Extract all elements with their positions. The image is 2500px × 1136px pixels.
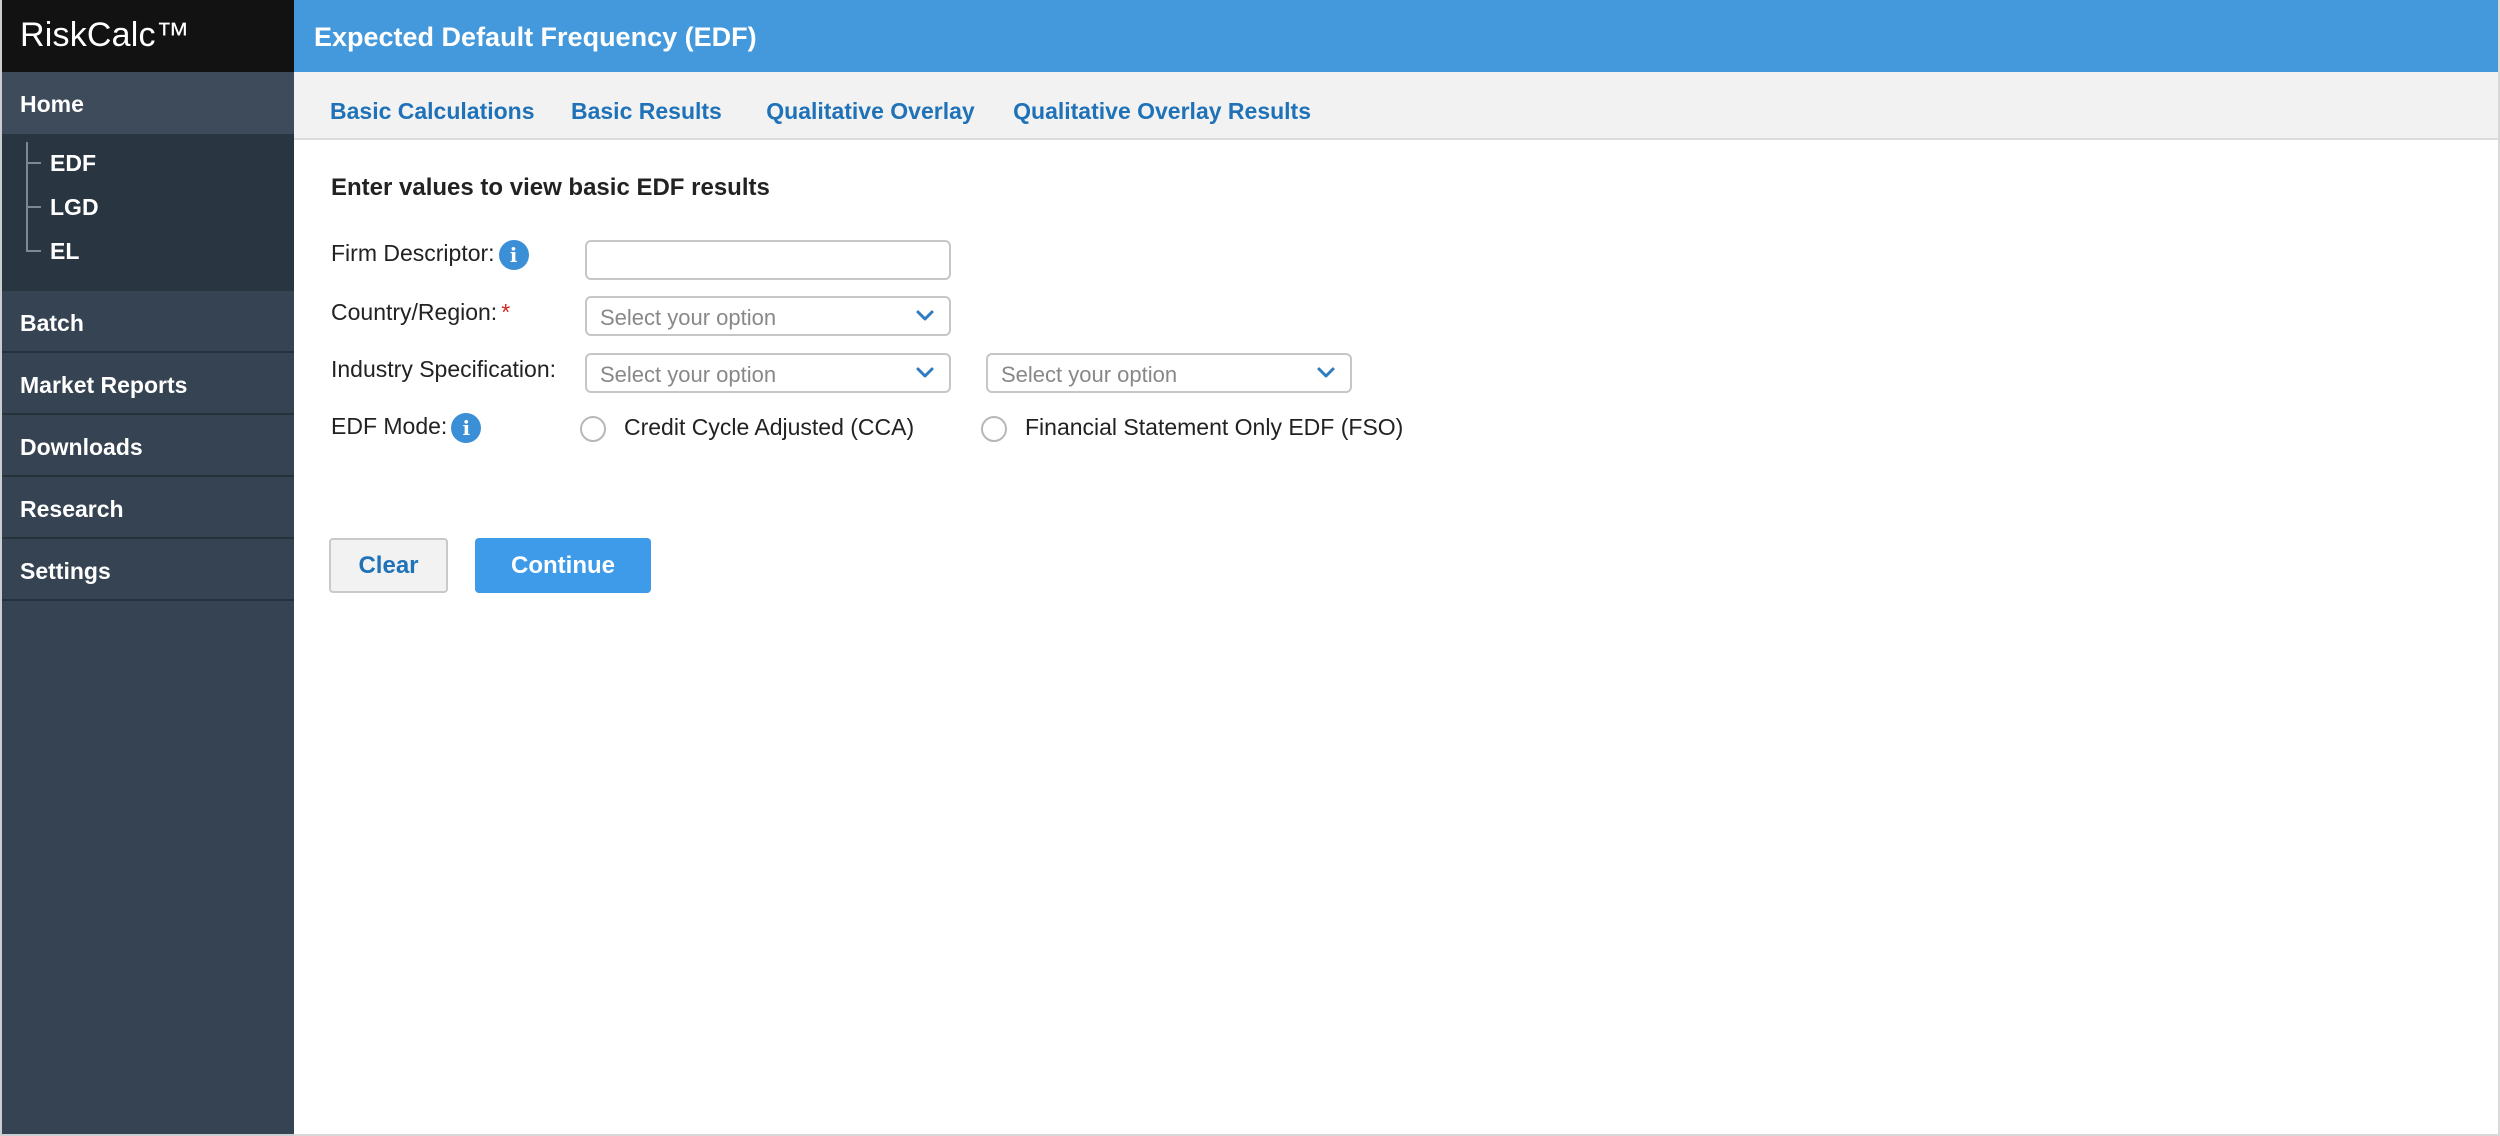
radio-button[interactable] bbox=[981, 415, 1007, 442]
country-region-label-text: Country/Region: bbox=[331, 299, 498, 325]
industry-select-primary-value: Select your option bbox=[600, 362, 777, 387]
tab-qualitative-overlay[interactable]: Qualitative Overlay bbox=[766, 98, 974, 125]
industry-select-secondary-value: Select your option bbox=[1001, 362, 1178, 387]
sidebar-item-settings[interactable]: Settings bbox=[2, 539, 294, 601]
country-region-label: Country/Region: * bbox=[331, 299, 510, 326]
tab-basic-calculations[interactable]: Basic Calculations bbox=[330, 98, 535, 125]
tab-bar: Basic Calculations Basic Results Qualita… bbox=[294, 72, 2500, 140]
tab-basic-results[interactable]: Basic Results bbox=[571, 98, 722, 125]
sidebar-subitem-edf[interactable]: EDF bbox=[2, 142, 294, 186]
sidebar-subitem-el[interactable]: EL bbox=[2, 230, 294, 274]
chevron-down-icon bbox=[1317, 367, 1335, 378]
edf-mode-option-fso[interactable]: Financial Statement Only EDF (FSO) bbox=[981, 414, 1403, 442]
sidebar-item-batch[interactable]: Batch bbox=[2, 291, 294, 353]
continue-button[interactable]: Continue bbox=[475, 538, 651, 593]
firm-descriptor-label-text: Firm Descriptor: bbox=[331, 240, 495, 267]
info-icon[interactable]: i bbox=[451, 413, 482, 443]
country-region-select[interactable]: Select your option bbox=[585, 296, 951, 336]
firm-descriptor-label: Firm Descriptor: i bbox=[331, 240, 529, 270]
industry-specification-label: Industry Specification: bbox=[331, 356, 557, 382]
brand-logo: RiskCalc™ bbox=[2, 0, 294, 72]
info-icon[interactable]: i bbox=[498, 240, 529, 270]
chevron-down-icon bbox=[916, 310, 934, 321]
sidebar-item-research[interactable]: Research bbox=[2, 477, 294, 539]
industry-select-primary[interactable]: Select your option bbox=[585, 353, 951, 393]
edf-mode-option-cca[interactable]: Credit Cycle Adjusted (CCA) bbox=[580, 414, 914, 442]
page-title: Expected Default Frequency (EDF) bbox=[294, 0, 2500, 72]
edf-mode-option-cca-label: Credit Cycle Adjusted (CCA) bbox=[624, 414, 915, 440]
required-asterisk: * bbox=[501, 299, 511, 325]
sidebar-item-market-reports[interactable]: Market Reports bbox=[2, 353, 294, 415]
form-title: Enter values to view basic EDF results bbox=[331, 174, 770, 201]
main-panel: Expected Default Frequency (EDF) Basic C… bbox=[294, 0, 2500, 1136]
edf-mode-option-fso-label: Financial Statement Only EDF (FSO) bbox=[1025, 414, 1404, 440]
edf-mode-label-text: EDF Mode: bbox=[331, 413, 448, 440]
sidebar-subnav: EDF LGD EL bbox=[2, 134, 294, 291]
app-window: RiskCalc™ Home EDF LGD EL Batch Market R… bbox=[0, 0, 2500, 1136]
tab-qualitative-overlay-results[interactable]: Qualitative Overlay Results bbox=[1013, 98, 1311, 125]
edf-mode-label: EDF Mode: i bbox=[331, 413, 482, 443]
sidebar-item-home[interactable]: Home bbox=[2, 72, 294, 134]
sidebar-subitem-lgd[interactable]: LGD bbox=[2, 186, 294, 230]
country-region-select-value: Select your option bbox=[600, 305, 777, 330]
chevron-down-icon bbox=[916, 367, 934, 378]
clear-button[interactable]: Clear bbox=[329, 538, 448, 593]
sidebar: RiskCalc™ Home EDF LGD EL Batch Market R… bbox=[0, 0, 294, 1136]
industry-select-secondary[interactable]: Select your option bbox=[986, 353, 1352, 393]
radio-button[interactable] bbox=[580, 415, 606, 442]
sidebar-item-downloads[interactable]: Downloads bbox=[2, 415, 294, 477]
firm-descriptor-input[interactable] bbox=[585, 240, 951, 280]
